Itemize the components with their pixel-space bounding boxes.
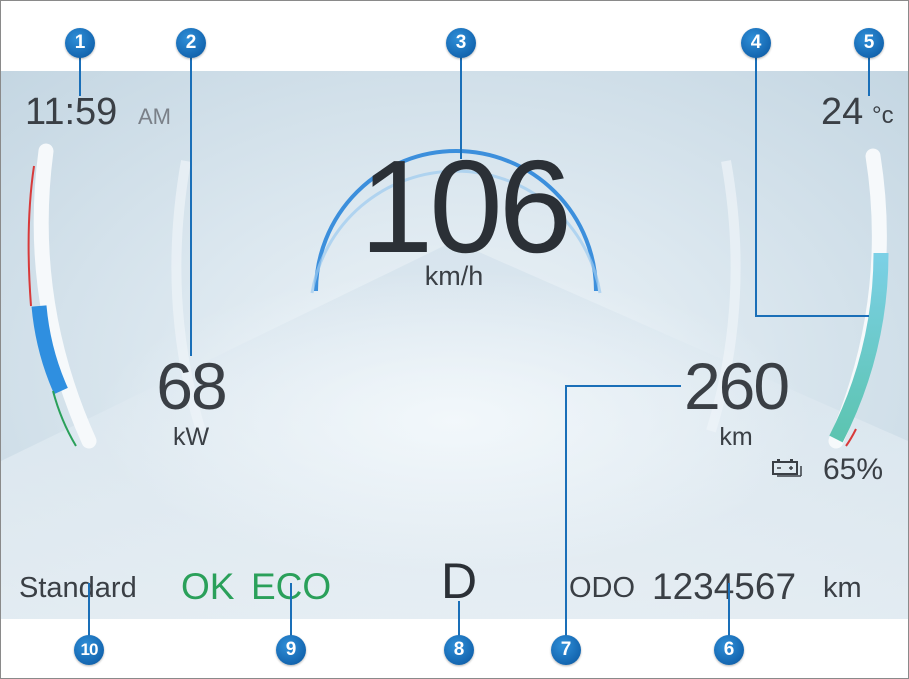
callout-badge-10: 10 [74,635,104,665]
callout-badge-8: 8 [444,635,474,665]
callout-badge-7: 7 [551,635,581,665]
callout-badge-9: 9 [276,635,306,665]
callout-badge-4: 4 [741,28,771,58]
callout-badge-2: 2 [176,28,206,58]
callout-badge-5: 5 [854,28,884,58]
callout-lines [79,56,870,636]
figure-frame: 11:59 AM 24 °c 106 km/h 68 kW 260 km 65%… [0,0,909,679]
callout-badge-3: 3 [446,28,476,58]
callout-badge-6: 6 [714,635,744,665]
callout-badge-1: 1 [65,28,95,58]
